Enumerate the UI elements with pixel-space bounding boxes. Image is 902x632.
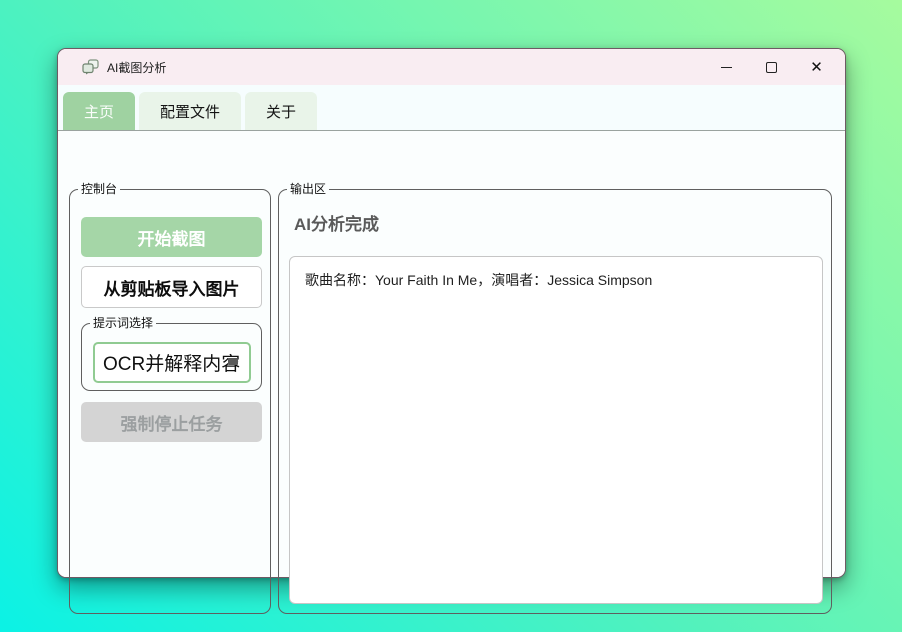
window-controls: ✕ xyxy=(704,49,845,85)
app-icon xyxy=(82,59,99,75)
console-panel-label: 控制台 xyxy=(78,181,121,197)
output-panel-label: 输出区 xyxy=(287,181,330,197)
tab-about[interactable]: 关于 xyxy=(245,92,318,130)
prompt-dropdown-value: OCR并解释内容 xyxy=(103,354,241,375)
analysis-status-heading: AI分析完成 xyxy=(294,215,379,234)
prompt-select-group: 提示词选择 OCR并解释内容 xyxy=(81,315,262,391)
maximize-button[interactable] xyxy=(749,49,794,85)
prompt-select-label: 提示词选择 xyxy=(90,315,157,331)
start-screenshot-button[interactable]: 开始截图 xyxy=(81,217,262,257)
desktop: { "window": { "title": "AI截图分析" }, "tabs… xyxy=(0,0,902,632)
minimize-button[interactable] xyxy=(704,49,749,85)
maximize-icon xyxy=(766,61,777,73)
output-panel: 输出区 AI分析完成 歌曲名称：Your Faith In Me，演唱者：Jes… xyxy=(278,181,832,614)
close-icon: ✕ xyxy=(810,58,823,76)
prompt-dropdown[interactable]: OCR并解释内容 xyxy=(93,342,251,383)
console-panel: 控制台 开始截图 从剪贴板导入图片 提示词选择 OCR并解释内容 强制停止任务 xyxy=(69,181,271,614)
result-text-area[interactable]: 歌曲名称：Your Faith In Me，演唱者：Jessica Simpso… xyxy=(289,256,823,604)
result-text: 歌曲名称：Your Faith In Me，演唱者：Jessica Simpso… xyxy=(305,272,653,288)
window-title: AI截图分析 xyxy=(107,60,167,75)
titlebar: AI截图分析 ✕ xyxy=(58,49,845,85)
close-button[interactable]: ✕ xyxy=(794,49,839,85)
main-content: 控制台 开始截图 从剪贴板导入图片 提示词选择 OCR并解释内容 强制停止任务 … xyxy=(58,132,845,614)
tab-home[interactable]: 主页 xyxy=(63,92,136,130)
tab-config-file[interactable]: 配置文件 xyxy=(139,92,242,130)
app-window: AI截图分析 ✕ 主页 配置文件 关于 控制台 开始截图 从剪贴板导入图片 提示… xyxy=(57,48,846,614)
dropdown-indicator-icon xyxy=(228,358,238,365)
import-from-clipboard-button[interactable]: 从剪贴板导入图片 xyxy=(81,266,262,308)
force-stop-task-button[interactable]: 强制停止任务 xyxy=(81,402,262,442)
tab-bar: 主页 配置文件 关于 xyxy=(58,85,845,131)
minimize-icon xyxy=(721,66,732,68)
